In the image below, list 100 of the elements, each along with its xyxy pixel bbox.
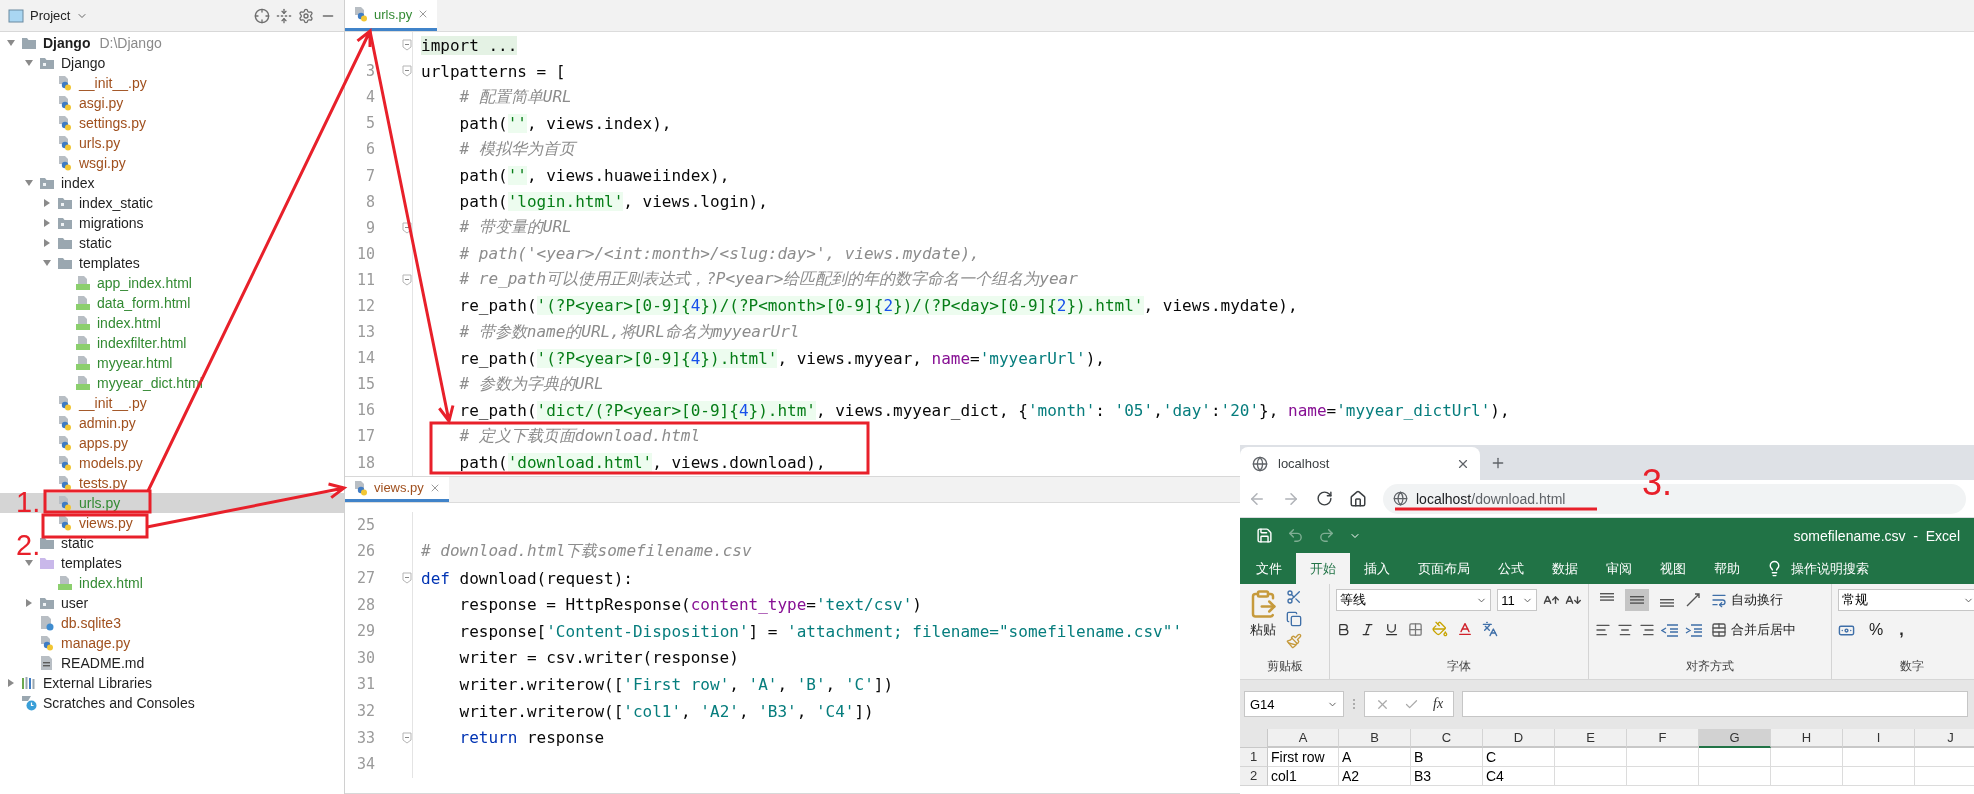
- ribbon-tab[interactable]: 页面布局: [1404, 553, 1484, 584]
- tree-row[interactable]: Django D:\Django: [0, 33, 344, 53]
- insert-function-button[interactable]: fx: [1433, 696, 1444, 712]
- font-name-field[interactable]: 等线: [1336, 589, 1492, 611]
- vertical-align-button[interactable]: [1625, 589, 1649, 611]
- column-header[interactable]: E: [1555, 729, 1627, 748]
- caret-right-icon[interactable]: [24, 598, 34, 608]
- fold-marker-icon[interactable]: [402, 572, 412, 585]
- paste-button[interactable]: 粘贴: [1246, 589, 1280, 658]
- tree-row[interactable]: README.md: [0, 653, 344, 673]
- tree-row[interactable]: Django: [0, 53, 344, 73]
- column-header[interactable]: G: [1699, 729, 1771, 748]
- paintbrush-icon[interactable]: [1286, 633, 1302, 649]
- caret-down-icon[interactable]: [24, 178, 34, 188]
- ribbon-tab[interactable]: 插入: [1350, 553, 1404, 584]
- underline-icon[interactable]: [1384, 621, 1399, 637]
- align-center-icon[interactable]: [1617, 622, 1633, 638]
- tree-row[interactable]: wsgi.py: [0, 153, 344, 173]
- tree-row[interactable]: static: [0, 233, 344, 253]
- fold-marker-icon[interactable]: [402, 221, 412, 234]
- font-color-icon[interactable]: [1457, 621, 1473, 637]
- new-tab-icon[interactable]: [1490, 455, 1506, 471]
- tree-row[interactable]: apps.py: [0, 433, 344, 453]
- tree-row[interactable]: migrations: [0, 213, 344, 233]
- fold-marker-icon[interactable]: [402, 39, 412, 52]
- locate-icon[interactable]: [254, 7, 270, 24]
- ribbon-tab[interactable]: 开始: [1296, 553, 1350, 584]
- ribbon-tab[interactable]: 帮助: [1700, 553, 1754, 584]
- redo-icon[interactable]: [1318, 527, 1335, 544]
- align-left-icon[interactable]: [1595, 622, 1611, 638]
- row-header[interactable]: 2: [1240, 767, 1268, 786]
- wrap-text-button[interactable]: 自动换行: [1709, 591, 1785, 609]
- column-header[interactable]: J: [1915, 729, 1974, 748]
- align-right-icon[interactable]: [1639, 622, 1655, 638]
- ribbon-tab[interactable]: 审阅: [1592, 553, 1646, 584]
- reload-icon[interactable]: [1316, 490, 1333, 507]
- tree-row[interactable]: indexfilter.html: [0, 333, 344, 353]
- formula-field[interactable]: [1462, 691, 1968, 717]
- comma-button[interactable]: ,: [1897, 621, 1906, 639]
- tree-row[interactable]: manage.py: [0, 633, 344, 653]
- project-view-selector[interactable]: Project: [8, 7, 89, 24]
- row-header[interactable]: 1: [1240, 748, 1268, 767]
- scissors-icon[interactable]: [1286, 589, 1302, 605]
- tree-row[interactable]: __init__.py: [0, 73, 344, 93]
- file-tab[interactable]: urls.py: [345, 0, 438, 31]
- text-orientation-icon[interactable]: [1685, 592, 1703, 608]
- home-icon[interactable]: [1349, 489, 1367, 508]
- name-box[interactable]: G14: [1244, 691, 1344, 717]
- tree-row[interactable]: myyear.html: [0, 353, 344, 373]
- tree-row[interactable]: External Libraries: [0, 673, 344, 693]
- column-header[interactable]: C: [1411, 729, 1483, 748]
- tree-row[interactable]: data_form.html: [0, 293, 344, 313]
- column-header[interactable]: I: [1843, 729, 1915, 748]
- column-header[interactable]: A: [1268, 729, 1339, 748]
- caret-down-icon[interactable]: [42, 258, 52, 268]
- ribbon-tab[interactable]: 文件: [1242, 553, 1296, 584]
- percent-button[interactable]: %: [1867, 621, 1886, 639]
- tell-me-search[interactable]: 操作说明搜索: [1754, 553, 1881, 584]
- phonetic-icon[interactable]: [1482, 621, 1498, 637]
- indent-decrease-icon[interactable]: [1661, 622, 1679, 638]
- font-size-field[interactable]: 11: [1497, 589, 1537, 611]
- browser-tab[interactable]: localhost: [1240, 447, 1480, 480]
- caret-down-icon[interactable]: [24, 558, 34, 568]
- tree-row[interactable]: __init__.py: [0, 393, 344, 413]
- merge-center-button[interactable]: 合并后居中: [1709, 621, 1798, 639]
- undo-icon[interactable]: [1287, 527, 1304, 544]
- file-tab[interactable]: views.py: [345, 476, 449, 502]
- column-header[interactable]: F: [1627, 729, 1699, 748]
- tree-row[interactable]: admin.py: [0, 413, 344, 433]
- borders-icon[interactable]: [1408, 621, 1423, 637]
- column-header[interactable]: H: [1771, 729, 1843, 748]
- tree-row[interactable]: index: [0, 173, 344, 193]
- ribbon-tab[interactable]: 视图: [1646, 553, 1700, 584]
- indent-increase-icon[interactable]: [1685, 622, 1703, 638]
- tree-row[interactable]: asgi.py: [0, 93, 344, 113]
- column-header[interactable]: B: [1339, 729, 1411, 748]
- tree-row[interactable]: templates: [0, 253, 344, 273]
- fold-marker-icon[interactable]: [402, 273, 412, 286]
- number-format-field[interactable]: 常规: [1838, 589, 1974, 611]
- tree-row[interactable]: index.html: [0, 573, 344, 593]
- tree-row[interactable]: models.py: [0, 453, 344, 473]
- caret-right-icon[interactable]: [6, 678, 16, 688]
- tree-row[interactable]: urls.py: [0, 133, 344, 153]
- collapse-all-icon[interactable]: [276, 7, 292, 24]
- tree-row[interactable]: user: [0, 593, 344, 613]
- italic-icon[interactable]: [1360, 621, 1375, 637]
- tree-row[interactable]: index_static: [0, 193, 344, 213]
- ribbon-tab[interactable]: 公式: [1484, 553, 1538, 584]
- ribbon-tab[interactable]: 数据: [1538, 553, 1592, 584]
- tree-row[interactable]: Scratches and Consoles: [0, 693, 344, 713]
- tree-row[interactable]: app_index.html: [0, 273, 344, 293]
- settings-icon[interactable]: [298, 7, 314, 24]
- bold-icon[interactable]: [1336, 621, 1351, 637]
- fill-color-icon[interactable]: [1432, 621, 1448, 637]
- tree-row[interactable]: index.html: [0, 313, 344, 333]
- fold-marker-icon[interactable]: [402, 65, 412, 78]
- tree-row[interactable]: db.sqlite3: [0, 613, 344, 633]
- copy-icon[interactable]: [1286, 611, 1302, 627]
- save-icon[interactable]: [1256, 527, 1273, 544]
- fold-marker-icon[interactable]: [402, 731, 412, 744]
